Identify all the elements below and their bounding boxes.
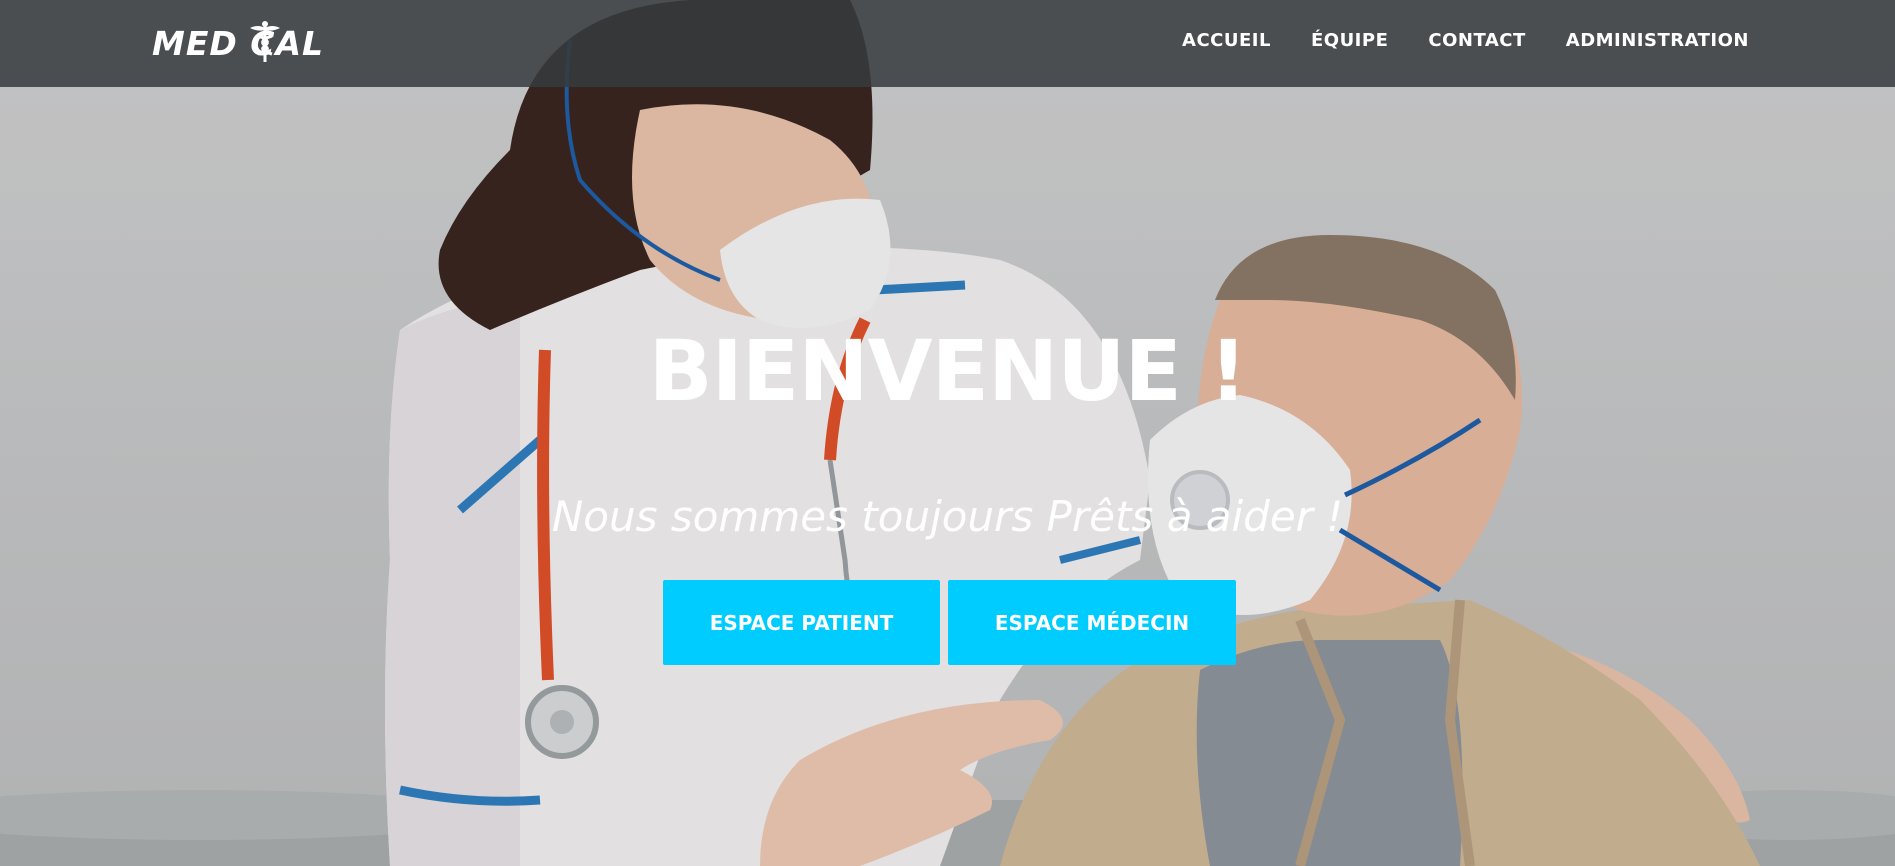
espace-patient-button[interactable]: ESPACE PATIENT	[663, 580, 940, 665]
logo-link[interactable]: MED CAL	[152, 20, 382, 66]
hero-title: BIENVENUE !	[648, 322, 1248, 420]
logo-text: MED CAL	[152, 24, 325, 63]
top-navbar: MED CAL ACCUEIL ÉQUIPE CONTACT ADMINISTR…	[0, 0, 1895, 87]
main-nav: ACCUEIL ÉQUIPE CONTACT ADMINISTRATION	[1182, 30, 1749, 51]
espace-medecin-button[interactable]: ESPACE MÉDECIN	[948, 580, 1236, 665]
caduceus-icon	[250, 21, 280, 62]
nav-equipe[interactable]: ÉQUIPE	[1311, 30, 1388, 51]
cta-button-group: ESPACE PATIENT ESPACE MÉDECIN	[663, 580, 1236, 665]
nav-administration[interactable]: ADMINISTRATION	[1566, 30, 1749, 51]
hero-subtitle: Nous sommes toujours Prêts à aider !	[551, 492, 1344, 541]
hero-background-image	[0, 0, 1895, 866]
nav-contact[interactable]: CONTACT	[1428, 30, 1525, 51]
hero-photo-illustration	[0, 0, 1895, 866]
nav-accueil[interactable]: ACCUEIL	[1182, 30, 1271, 51]
